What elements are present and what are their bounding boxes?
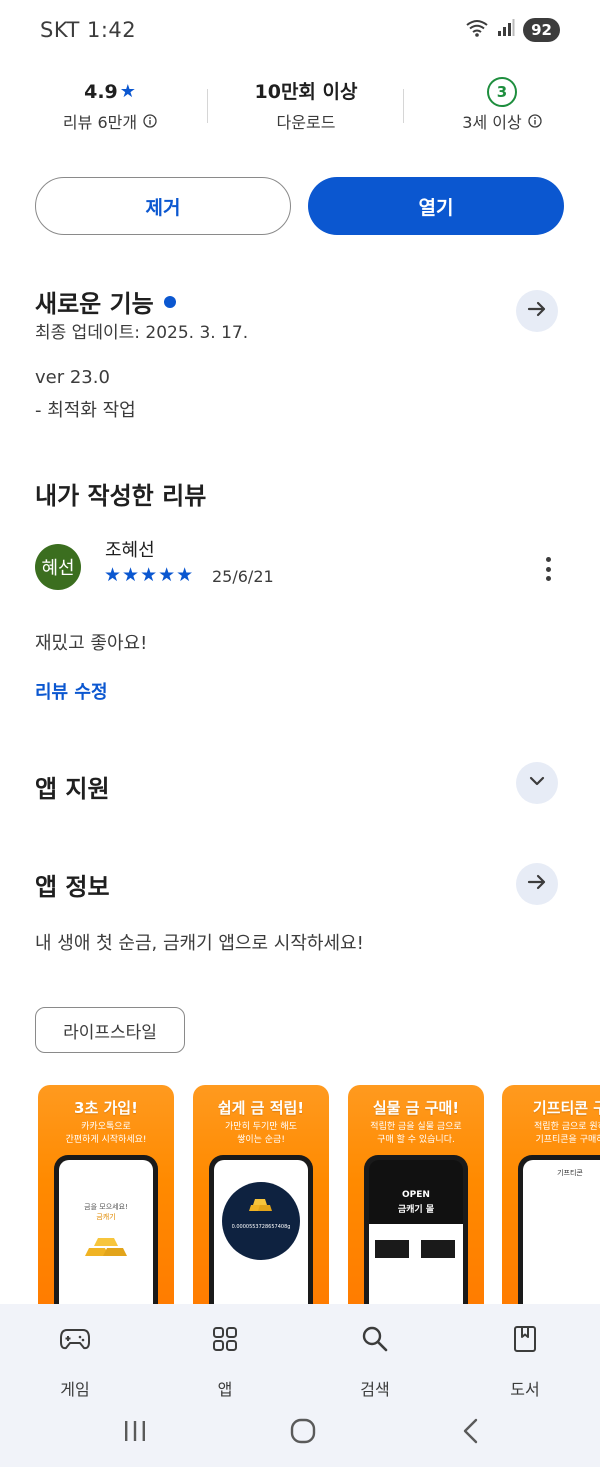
signal-icon [497, 19, 515, 41]
phone-mockup: 0.0000553728657408g [209, 1155, 313, 1305]
phone-screen: 기프티콘 [523, 1160, 600, 1305]
gold-balance-circle [222, 1182, 300, 1260]
screenshot-3[interactable]: 실물 금 구매! 적립한 금을 실물 금으로 구매 할 수 있습니다. OPEN … [348, 1085, 484, 1305]
phone-screen: OPEN 금캐기 몰 [369, 1160, 463, 1305]
rating-count: 리뷰 6만개 [62, 113, 138, 132]
nav-label: 검색 [360, 1380, 390, 1399]
avatar: 혜선 [35, 544, 81, 590]
battery-indicator: 92 [523, 18, 560, 42]
status-bar: SKT 1:42 92 [0, 0, 600, 62]
screenshot-4[interactable]: 기프티콘 구 적립한 금으로 원하 기프티콘을 구매하 기프티콘 [502, 1085, 600, 1305]
screenshot-subtitle: 카카오톡으로 간편하게 시작하세요! [65, 1122, 147, 1145]
category-chip[interactable]: 라이프스타일 [35, 1007, 185, 1053]
gold-balance-value: 0.0000553728657408g [231, 1224, 291, 1230]
downloads-value: 10만회 이상 [254, 81, 358, 103]
age-rating-stat[interactable]: 3 3세 이상 [402, 75, 600, 137]
screenshot-1[interactable]: 3초 가입! 카카오톡으로 간편하게 시작하세요! 금을 모으세요! 금캐기 [38, 1085, 174, 1305]
screenshot-subtitle: 적립한 금으로 원하 기프티콘을 구매하 [534, 1122, 600, 1145]
screenshot-2[interactable]: 쉽게 금 적립! 가만히 두기만 해도 쌓이는 순금! 0.00005537286… [193, 1085, 329, 1305]
system-navigation-bar [0, 1414, 600, 1454]
info-icon [528, 109, 542, 137]
nav-label: 앱 [217, 1380, 233, 1399]
search-icon [300, 1322, 450, 1356]
age-badge: 3 [487, 77, 517, 107]
rating-value: 4.9 [84, 81, 118, 103]
downloads-stat: 10만회 이상 다운로드 [206, 75, 406, 137]
age-label: 3세 이상 [462, 113, 522, 132]
app-info-arrow-button[interactable] [516, 863, 558, 905]
product-thumb [375, 1240, 409, 1258]
product-thumb [421, 1240, 455, 1258]
nav-item-apps[interactable]: 앱 [150, 1322, 300, 1400]
last-updated: 최종 업데이트: 2025. 3. 17. [35, 323, 249, 343]
carrier-time: SKT 1:42 [40, 18, 137, 42]
arrow-right-icon [526, 298, 548, 324]
whats-new-title: 새로운 기능 [35, 290, 154, 318]
book-icon [450, 1322, 600, 1356]
app-description: 내 생애 첫 순금, 금캐기 앱으로 시작하세요! [35, 933, 364, 954]
review-text: 재밌고 좋아요! [35, 633, 148, 654]
apps-grid-icon [150, 1322, 300, 1356]
nav-item-games[interactable]: 게임 [0, 1322, 150, 1400]
screenshot-subtitle: 가만히 두기만 해도 쌓이는 순금! [225, 1122, 297, 1145]
info-icon [143, 109, 157, 137]
app-info-title: 앱 정보 [35, 873, 110, 901]
screen-text: 금캐기 몰 [397, 1205, 435, 1215]
nav-item-books[interactable]: 도서 [450, 1322, 600, 1400]
screenshot-carousel[interactable]: 3초 가입! 카카오톡으로 간편하게 시작하세요! 금을 모으세요! 금캐기 쉽게… [38, 1085, 600, 1305]
screenshot-title: 3초 가입! [74, 1099, 138, 1117]
review-stars: ★★★★★ [104, 564, 195, 586]
product-list [369, 1224, 463, 1304]
screenshot-title: 기프티콘 구 [532, 1099, 600, 1117]
back-icon[interactable] [460, 1418, 482, 1448]
bottom-navigation: 게임 앱 검색 도서 [0, 1304, 600, 1467]
gamepad-icon [0, 1322, 150, 1356]
my-review-title: 내가 작성한 리뷰 [35, 482, 207, 510]
chevron-down-icon [527, 771, 547, 795]
screen-text: 금을 모으세요! [84, 1203, 128, 1211]
phone-mockup: OPEN 금캐기 몰 [364, 1155, 468, 1305]
version-text: ver 23.0 [35, 367, 110, 388]
release-note: - 최적화 작업 [35, 400, 136, 421]
screen-text: OPEN [402, 1190, 430, 1200]
arrow-right-icon [526, 871, 548, 897]
edit-review-link[interactable]: 리뷰 수정 [35, 678, 108, 704]
status-icons: 92 [465, 18, 560, 42]
nav-label: 게임 [60, 1380, 90, 1399]
star-icon: ★ [119, 81, 136, 102]
wifi-icon [465, 18, 489, 42]
open-button[interactable]: 열기 [308, 177, 564, 235]
screenshot-title: 실물 금 구매! [372, 1099, 460, 1117]
downloads-label: 다운로드 [276, 113, 336, 132]
phone-mockup: 금을 모으세요! 금캐기 [54, 1155, 158, 1305]
app-support-title: 앱 지원 [35, 775, 110, 803]
gold-bars-icon [85, 1230, 129, 1264]
rating-stat[interactable]: 4.9 ★ 리뷰 6만개 [10, 75, 210, 137]
whats-new-heading: 새로운 기능 [35, 284, 176, 319]
screen-text: 기프티콘 [557, 1169, 583, 1177]
screen-text: 금캐기 [96, 1213, 116, 1221]
app-support-expand-button[interactable] [516, 762, 558, 804]
new-indicator-dot [163, 296, 176, 308]
phone-screen: 금을 모으세요! 금캐기 [59, 1160, 153, 1305]
nav-label: 도서 [510, 1380, 540, 1399]
phone-screen: 0.0000553728657408g [214, 1160, 308, 1305]
home-icon[interactable] [289, 1417, 317, 1449]
reviewer-name: 조혜선 [105, 540, 155, 561]
uninstall-button[interactable]: 제거 [35, 177, 291, 235]
screenshot-title: 쉽게 금 적립! [217, 1099, 305, 1117]
more-options-icon[interactable] [538, 554, 558, 584]
app-stats: 4.9 ★ 리뷰 6만개 10만회 이상 다운로드 3 3세 이상 [0, 75, 600, 145]
recents-icon[interactable] [122, 1418, 148, 1448]
whats-new-arrow-button[interactable] [516, 290, 558, 332]
gold-bars-icon [248, 1196, 274, 1218]
screenshot-subtitle: 적립한 금을 실물 금으로 구매 할 수 있습니다. [370, 1122, 462, 1145]
nav-item-search[interactable]: 검색 [300, 1322, 450, 1400]
phone-mockup: 기프티콘 [518, 1155, 600, 1305]
review-date: 25/6/21 [212, 567, 274, 586]
